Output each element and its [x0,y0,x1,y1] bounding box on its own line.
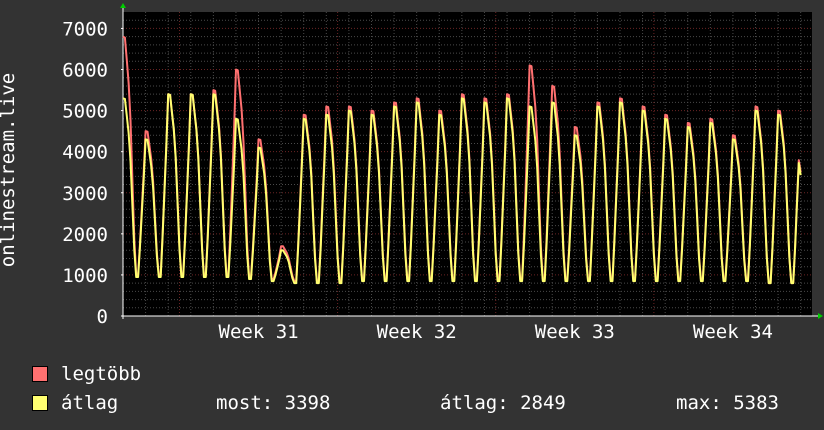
x-tick-label: Week 33 [535,321,615,343]
x-tick-label: Week 34 [693,321,773,343]
legend-avg-label: átlag [61,392,119,414]
x-tick-label: Week 31 [219,321,299,343]
stat-max-label: max: [676,392,722,414]
stat-avg: átlag: 2849 [440,392,566,414]
y-axis-label: onlinestream.live [0,73,19,267]
y-tick-label: 1000 [62,265,108,287]
stat-avg-value: 2849 [520,392,566,414]
stat-now-value: 3398 [284,392,331,414]
x-tick-label: Week 32 [377,321,457,343]
y-tick-label: 6000 [62,60,108,82]
stat-now-label: most: [216,392,274,414]
legend-avg-swatch [32,395,48,411]
x-axis-arrow [818,313,823,319]
y-tick-label: 0 [97,306,108,328]
stat-avg-label: átlag: [440,392,509,414]
chart-root: 0 1000 2000 3000 4000 5000 6000 7000 Week 31 Wee… [0,0,824,430]
stat-max-value: 5383 [733,392,779,414]
y-tick-label: 5000 [62,101,108,123]
stat-now: most: 3398 [216,392,330,414]
legend-avg: átlag most: 3398 átlag: 2849 max: 5383 [32,392,802,414]
legend-max: legtöbb [32,363,141,385]
legend-max-label: legtöbb [61,363,142,385]
y-tick-label: 7000 [62,18,108,40]
y-tick-label: 2000 [62,224,108,246]
x-axis: Week 31 Week 32 Week 33 Week 34 [219,321,773,343]
stat-max: max: 5383 [676,392,779,414]
y-tick-label: 4000 [62,142,108,164]
y-axis: 0 1000 2000 3000 4000 5000 6000 7000 [62,18,123,328]
y-axis-arrow [120,3,126,8]
legend-max-swatch [32,366,48,382]
y-tick-label: 3000 [62,183,108,205]
